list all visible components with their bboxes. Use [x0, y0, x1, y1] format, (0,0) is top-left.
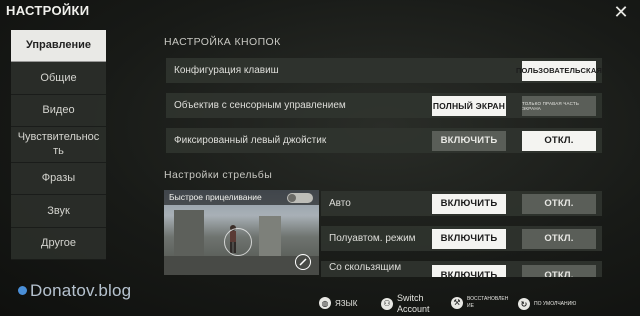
- restore-button[interactable]: ⚒ ВОССТАНОВЛЕН ИЕ: [451, 296, 508, 309]
- sidebar: Управление Общие Видео Чувствительность …: [11, 30, 106, 260]
- globe-icon: ◍: [319, 297, 331, 309]
- fixed-joystick-label: Фиксированный левый джойстик: [174, 135, 327, 146]
- touch-scope-label: Объектив с сенсорным управлением: [174, 100, 346, 111]
- fixed-joystick-row: Фиксированный левый джойстик ВКЛЮЧИТЬ ОТ…: [166, 128, 602, 153]
- sidebar-item-label: Чувствительность: [17, 130, 100, 158]
- watermark: Donatov.blog: [18, 281, 131, 301]
- sliding-row: Со скользящим ВКЛЮЧИТЬ ОТКЛ.: [321, 261, 602, 277]
- joystick-enable-button[interactable]: ВКЛЮЧИТЬ: [432, 130, 506, 151]
- full-screen-button[interactable]: ПОЛНЫЙ ЭКРАН: [432, 95, 506, 116]
- switch-label: Switch: [397, 293, 424, 303]
- default-button[interactable]: ↻ ПО УМОЛЧАНИЮ: [518, 298, 576, 310]
- auto-fire-label: Авто: [329, 198, 351, 209]
- watermark-dot-icon: [18, 286, 27, 295]
- button-settings-title: НАСТРОЙКА КНОПОК: [164, 36, 281, 48]
- quick-aim-label: Быстрое прицеливание: [169, 192, 262, 202]
- language-button[interactable]: ◍ ЯЗЫК: [319, 297, 357, 309]
- semi-auto-label: Полуавтом. режим: [329, 233, 416, 244]
- sliding-label: Со скользящим: [329, 262, 402, 273]
- switch-account-button[interactable]: ⚇ Switch Account: [381, 293, 430, 315]
- auto-fire-row: Авто ВКЛЮЧИТЬ ОТКЛ.: [321, 191, 602, 216]
- sidebar-item-controls[interactable]: Управление: [11, 30, 106, 63]
- key-config-label: Конфигурация клавиш: [174, 65, 279, 76]
- restore-icon: ⚒: [451, 296, 463, 309]
- account-label: Account: [397, 303, 430, 314]
- semi-auto-row: Полуавтом. режим ВКЛЮЧИТЬ ОТКЛ.: [321, 226, 602, 251]
- semi-auto-disable-button[interactable]: ОТКЛ.: [522, 228, 596, 249]
- close-icon[interactable]: ✕: [612, 3, 630, 21]
- sidebar-item-sound[interactable]: Звук: [11, 195, 106, 228]
- sidebar-item-general[interactable]: Общие: [11, 62, 106, 95]
- joystick-disable-button[interactable]: ОТКЛ.: [522, 130, 596, 151]
- scope-button-icon: [295, 254, 311, 270]
- restore-label-2: ИЕ: [467, 302, 474, 309]
- auto-enable-button[interactable]: ВКЛЮЧИТЬ: [432, 193, 506, 214]
- auto-disable-button[interactable]: ОТКЛ.: [522, 193, 596, 214]
- sidebar-item-video[interactable]: Видео: [11, 94, 106, 127]
- quick-aim-toggle[interactable]: [287, 193, 313, 203]
- crosshair-icon: [224, 228, 252, 256]
- settings-title: НАСТРОЙКИ: [6, 3, 90, 18]
- right-side-only-button[interactable]: ТОЛЬКО ПРАВАЯ ЧАСТЬ ЭКРАНА: [522, 95, 596, 116]
- shooting-settings-title: Настройки стрельбы: [164, 169, 273, 181]
- preview-top-bar: Быстрое прицеливание: [164, 190, 319, 205]
- sidebar-item-other[interactable]: Другое: [11, 227, 106, 260]
- account-icon: ⚇: [381, 297, 393, 310]
- building-wall: [259, 216, 281, 256]
- default-label: ПО УМОЛЧАНИЮ: [534, 301, 577, 307]
- key-config-button[interactable]: ПОЛЬЗОВАТЕЛЬСКАЯ: [516, 60, 602, 81]
- toggle-knob: [288, 194, 296, 202]
- touch-scope-row: Объектив с сенсорным управлением ПОЛНЫЙ …: [166, 93, 602, 118]
- quick-aim-preview: Быстрое прицеливание: [164, 190, 319, 275]
- sidebar-item-phrases[interactable]: Фразы: [11, 163, 106, 196]
- key-config-row: Конфигурация клавиш ПОЛЬЗОВАТЕЛЬСКАЯ: [166, 58, 602, 83]
- semi-auto-enable-button[interactable]: ВКЛЮЧИТЬ: [432, 228, 506, 249]
- language-label: ЯЗЫК: [335, 298, 358, 308]
- reset-icon: ↻: [518, 298, 530, 310]
- sliding-enable-button[interactable]: ВКЛЮЧИТЬ: [432, 265, 506, 277]
- sliding-disable-button[interactable]: ОТКЛ.: [522, 265, 596, 277]
- sidebar-item-sensitivity[interactable]: Чувствительность: [11, 126, 106, 164]
- watermark-text: Donatov.blog: [30, 281, 132, 300]
